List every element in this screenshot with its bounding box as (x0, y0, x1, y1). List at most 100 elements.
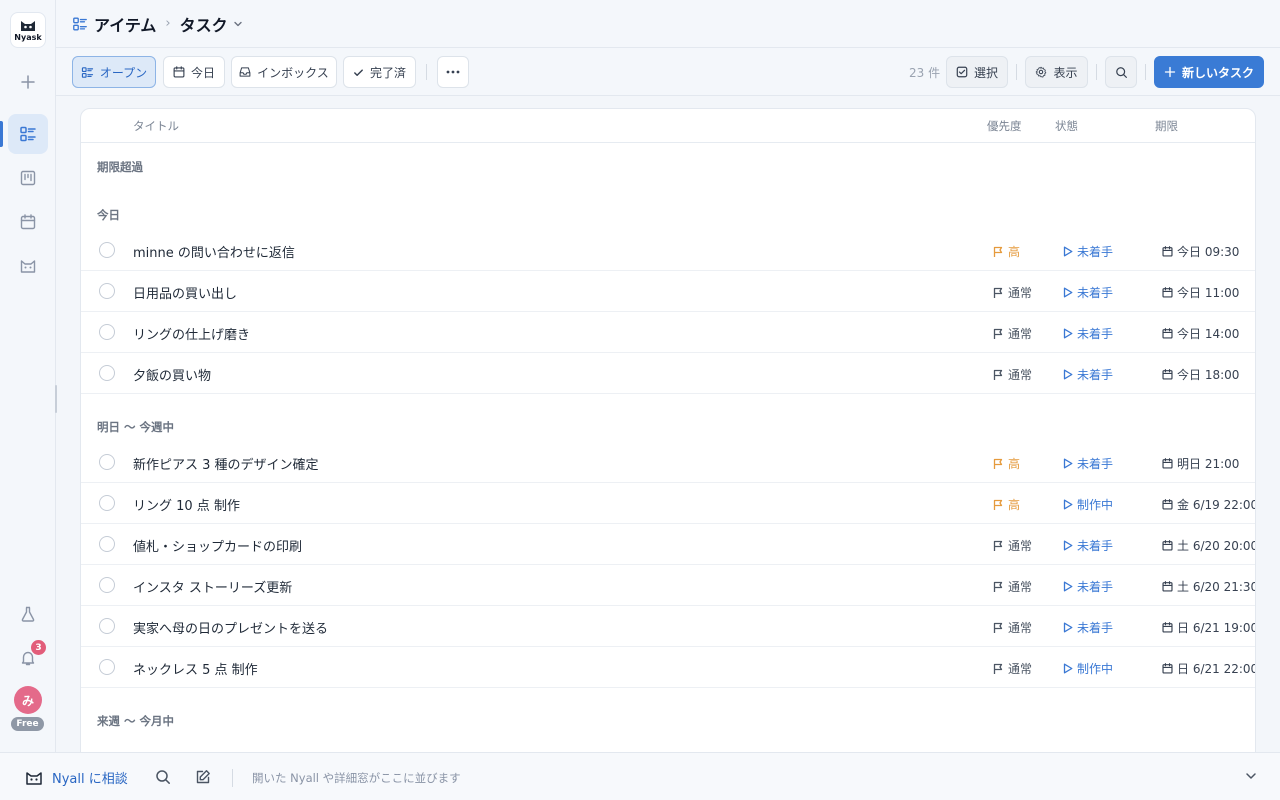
table-row[interactable]: 実家へ母の日のプレゼントを送る 通常 未着手 日 6/21 19:00 (81, 606, 1255, 647)
task-status[interactable]: 未着手 (1063, 537, 1113, 554)
task-priority[interactable]: 高 (993, 455, 1020, 472)
cat-icon (21, 21, 35, 31)
task-title[interactable]: 新作ピアス 3 種のデザイン確定 (133, 454, 319, 473)
task-title[interactable]: 値札・ショップカードの印刷 (133, 536, 302, 555)
task-title[interactable]: 日用品の買い出し (133, 283, 237, 302)
table-row[interactable]: インスタ ストーリーズ更新 通常 未着手 土 6/20 21:30 (81, 565, 1255, 606)
tab-today[interactable]: 今日 (163, 56, 225, 88)
task-due[interactable]: 今日 14:00 (1162, 325, 1239, 342)
view-button[interactable]: 表示 (1025, 56, 1088, 88)
task-checkbox[interactable] (99, 536, 115, 552)
table-row[interactable]: minne の問い合わせに返信 高 未着手 今日 09:30 (81, 230, 1255, 271)
task-title[interactable]: 実家へ母の日のプレゼントを送る (133, 618, 328, 637)
tab-inbox[interactable]: インボックス (231, 56, 337, 88)
task-checkbox[interactable] (99, 495, 115, 511)
rail-item-labs[interactable] (8, 594, 48, 634)
task-priority[interactable]: 通常 (993, 660, 1032, 677)
task-checkbox[interactable] (99, 365, 115, 381)
task-due[interactable]: 日 6/21 22:00 (1162, 660, 1255, 677)
task-status[interactable]: 未着手 (1063, 366, 1113, 383)
task-status[interactable]: 未着手 (1063, 284, 1113, 301)
task-status[interactable]: 未着手 (1063, 455, 1113, 472)
column-priority[interactable]: 優先度 (987, 118, 1022, 134)
task-title[interactable]: 夕飯の買い物 (133, 365, 211, 384)
play-icon (1063, 369, 1073, 380)
user-avatar[interactable]: み (14, 686, 42, 714)
flask-icon (21, 606, 35, 622)
task-status[interactable]: 制作中 (1063, 496, 1113, 513)
task-due[interactable]: 明日 21:00 (1162, 455, 1239, 472)
task-priority[interactable]: 通常 (993, 366, 1032, 383)
breadcrumb-root[interactable]: アイテム (94, 12, 156, 36)
play-icon (1063, 499, 1073, 510)
task-priority[interactable]: 高 (993, 496, 1020, 513)
task-status[interactable]: 未着手 (1063, 325, 1113, 342)
task-checkbox[interactable] (99, 577, 115, 593)
more-button[interactable] (437, 56, 469, 88)
chevron-down-icon[interactable] (232, 18, 244, 30)
rail-item-board[interactable] (8, 158, 48, 198)
calendar-icon (1162, 663, 1173, 674)
calendar-icon (1162, 458, 1173, 469)
new-task-button[interactable]: 新しいタスク (1154, 56, 1264, 88)
rail-add-button[interactable] (8, 62, 48, 102)
table-row[interactable]: 日用品の買い出し 通常 未着手 今日 11:00 (81, 271, 1255, 312)
dock-compose-button[interactable] (195, 769, 211, 785)
task-title[interactable]: インスタ ストーリーズ更新 (133, 577, 292, 596)
page-title[interactable]: タスク (180, 12, 228, 36)
rail-active-indicator (0, 121, 3, 147)
task-status[interactable]: 未着手 (1063, 243, 1113, 260)
task-checkbox[interactable] (99, 454, 115, 470)
task-priority[interactable]: 通常 (993, 578, 1032, 595)
task-status-label: 制作中 (1077, 498, 1114, 512)
select-button-label: 選択 (973, 65, 998, 80)
column-status[interactable]: 状態 (1055, 118, 1078, 134)
task-status[interactable]: 制作中 (1063, 660, 1113, 677)
task-due[interactable]: 今日 18:00 (1162, 366, 1239, 383)
select-button[interactable]: 選択 (946, 56, 1008, 88)
task-due[interactable]: 日 6/21 19:00 (1162, 619, 1255, 636)
rail-resize-handle[interactable] (55, 385, 57, 413)
task-title[interactable]: minne の問い合わせに返信 (133, 242, 295, 261)
dock-hint: 開いた Nyall や詳細窓がここに並びます (252, 771, 461, 785)
view-button-label: 表示 (1053, 65, 1078, 80)
column-due[interactable]: 期限 (1155, 118, 1178, 134)
table-row[interactable]: リング 10 点 制作 高 制作中 金 6/19 22:00 (81, 483, 1255, 524)
task-due[interactable]: 土 6/20 20:00 (1162, 537, 1255, 554)
task-title[interactable]: リング 10 点 制作 (133, 495, 240, 514)
app-logo[interactable]: Nyask (10, 12, 46, 48)
rail-item-tasks[interactable] (8, 114, 48, 154)
dock-collapse-button[interactable] (1244, 769, 1258, 783)
task-priority[interactable]: 通常 (993, 284, 1032, 301)
task-due[interactable]: 今日 11:00 (1162, 284, 1239, 301)
task-priority[interactable]: 通常 (993, 325, 1032, 342)
table-row[interactable]: 新作ピアス 3 種のデザイン確定 高 未着手 明日 21:00 (81, 442, 1255, 483)
table-row[interactable]: 値札・ショップカードの印刷 通常 未着手 土 6/20 20:00 (81, 524, 1255, 565)
dock-search-button[interactable] (155, 769, 171, 785)
tab-done[interactable]: 完了済 (343, 56, 416, 88)
rail-item-nyall[interactable] (8, 246, 48, 286)
task-due[interactable]: 土 6/20 21:30 (1162, 578, 1255, 595)
task-priority[interactable]: 通常 (993, 619, 1032, 636)
task-checkbox[interactable] (99, 618, 115, 634)
task-title[interactable]: ネックレス 5 点 制作 (133, 659, 258, 678)
table-row[interactable]: リングの仕上げ磨き 通常 未着手 今日 14:00 (81, 312, 1255, 353)
rail-item-calendar[interactable] (8, 202, 48, 242)
task-checkbox[interactable] (99, 283, 115, 299)
tab-open[interactable]: オープン (72, 56, 156, 88)
task-priority[interactable]: 通常 (993, 537, 1032, 554)
task-checkbox[interactable] (99, 659, 115, 675)
task-status[interactable]: 未着手 (1063, 578, 1113, 595)
consult-nyall-button[interactable]: Nyall に相談 (24, 768, 128, 787)
task-status[interactable]: 未着手 (1063, 619, 1113, 636)
task-due[interactable]: 金 6/19 22:00 (1162, 496, 1255, 513)
task-due[interactable]: 今日 09:30 (1162, 243, 1239, 260)
search-button[interactable] (1105, 56, 1137, 88)
column-title[interactable]: タイトル (133, 118, 179, 134)
task-title[interactable]: リングの仕上げ磨き (133, 324, 250, 343)
task-checkbox[interactable] (99, 242, 115, 258)
task-priority[interactable]: 高 (993, 243, 1020, 260)
table-row[interactable]: ネックレス 5 点 制作 通常 制作中 日 6/21 22:00 (81, 647, 1255, 688)
table-row[interactable]: 夕飯の買い物 通常 未着手 今日 18:00 (81, 353, 1255, 394)
task-checkbox[interactable] (99, 324, 115, 340)
